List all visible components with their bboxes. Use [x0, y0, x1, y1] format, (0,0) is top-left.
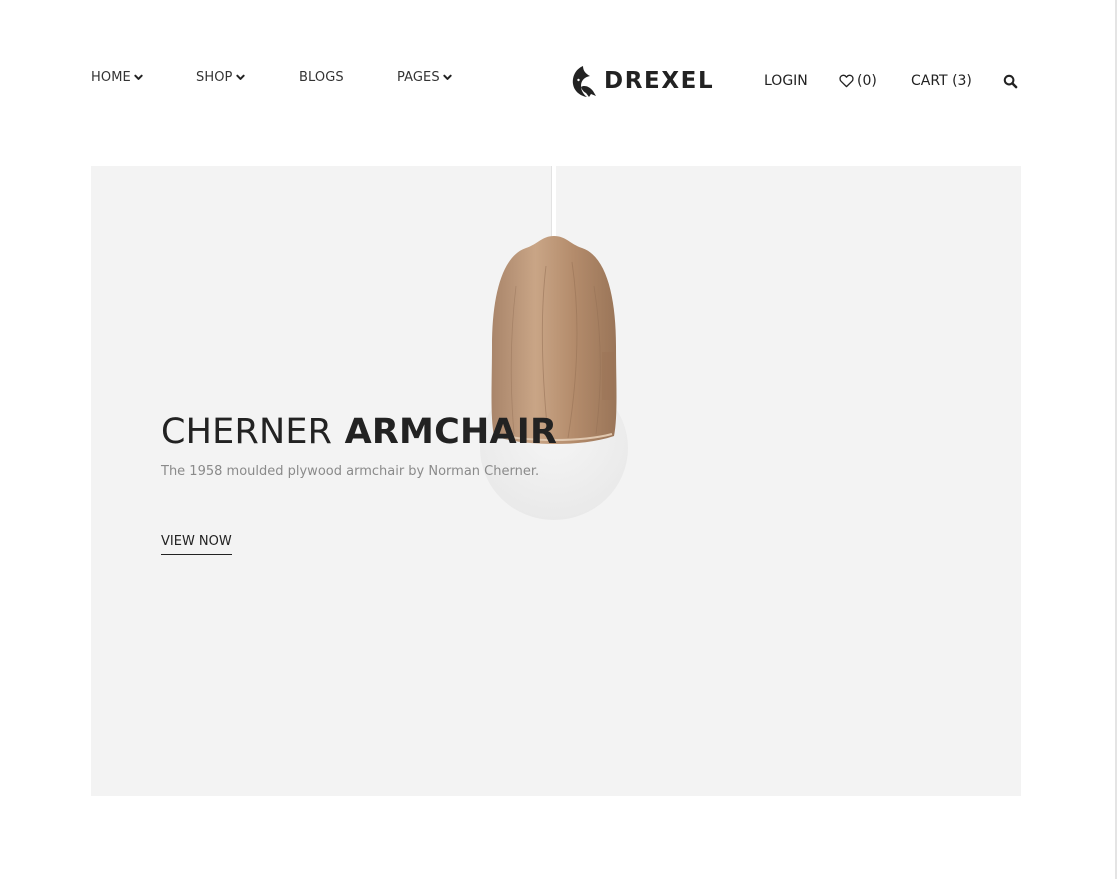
hero-title-light: CHERNER [161, 412, 333, 452]
hero-title-bold: ARMCHAIR [344, 412, 558, 452]
page: HOME SHOP BLOGS PAGES DREXEL LOGIN (0) C… [0, 0, 1117, 879]
nav-item-blogs[interactable]: BLOGS [299, 68, 344, 86]
cart-button[interactable]: CART (3) [911, 72, 972, 90]
nav-item-pages[interactable]: PAGES [397, 68, 452, 86]
brand-logo[interactable]: DREXEL [569, 62, 714, 100]
hero-banner: CHERNER ARMCHAIR The 1958 moulded plywoo… [91, 166, 1021, 796]
login-link[interactable]: LOGIN [764, 72, 808, 90]
login-label: LOGIN [764, 73, 808, 89]
heart-icon [839, 74, 854, 88]
nav-item-shop[interactable]: SHOP [196, 68, 245, 86]
chevron-down-icon [235, 73, 245, 82]
nav-item-label: BLOGS [299, 69, 344, 85]
brand-name: DREXEL [604, 68, 715, 94]
nav-item-label: HOME [91, 69, 131, 85]
nav-item-label: PAGES [397, 69, 440, 85]
bird-logo-icon [569, 63, 599, 99]
site-header: HOME SHOP BLOGS PAGES DREXEL LOGIN (0) C… [0, 0, 1117, 160]
hero-title: CHERNER ARMCHAIR [161, 410, 557, 454]
nav-item-label: SHOP [196, 69, 233, 85]
nav-item-home[interactable]: HOME [91, 68, 143, 86]
cart-label: CART (3) [911, 73, 972, 89]
wishlist-button[interactable]: (0) [839, 72, 877, 90]
chevron-down-icon [134, 73, 143, 82]
search-button[interactable] [1003, 72, 1018, 90]
search-icon [1003, 74, 1018, 89]
chevron-down-icon [443, 73, 452, 82]
hero-subtitle: The 1958 moulded plywood armchair by Nor… [161, 464, 540, 479]
view-now-link[interactable]: VIEW NOW [161, 534, 232, 555]
wishlist-count: (0) [857, 73, 877, 89]
